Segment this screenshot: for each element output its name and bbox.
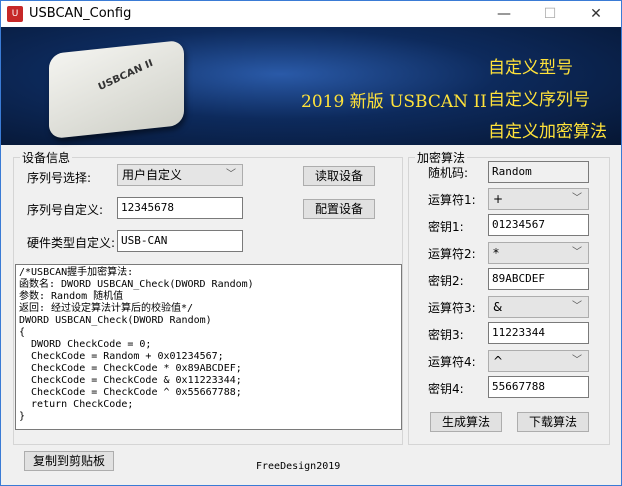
hw-type-label: 硬件类型自定义: <box>27 236 116 250</box>
banner-feature: 自定义型号 <box>488 58 573 78</box>
operator-label: 运算符1: <box>428 193 476 207</box>
hw-type-input[interactable]: USB-CAN <box>117 230 243 252</box>
key-2-input[interactable]: 89ABCDEF <box>488 268 589 290</box>
chevron-down-icon: ﹀ <box>572 193 582 204</box>
key-4-input[interactable]: 55667788 <box>488 376 589 398</box>
banner: USBCAN II 2019 新版 USBCAN II 自定义型号 自定义序列号… <box>1 27 621 145</box>
chevron-down-icon: ﹀ <box>226 169 236 180</box>
minimize-button[interactable]: — <box>481 1 527 27</box>
random-label: 随机码: <box>428 166 469 180</box>
group-label: 设备信息 <box>20 149 73 166</box>
operator-label: 运算符3: <box>428 301 476 315</box>
serial-custom-input[interactable]: 12345678 <box>117 197 243 219</box>
operator-4-dropdown[interactable]: ^ ﹀ <box>488 350 589 372</box>
window-title: USBCAN_Config <box>29 6 132 21</box>
key-label: 密钥3: <box>428 328 464 342</box>
key-label: 密钥2: <box>428 274 464 288</box>
operator-label: 运算符4: <box>428 355 476 369</box>
copy-to-clipboard-button[interactable]: 复制到剪贴板 <box>24 451 114 471</box>
maximize-button[interactable]: ☐ <box>527 1 573 27</box>
operator-2-dropdown[interactable]: * ﹀ <box>488 242 589 264</box>
banner-headline: 2019 新版 USBCAN II <box>301 92 487 112</box>
chevron-down-icon: ﹀ <box>572 355 582 366</box>
serial-custom-label: 序列号自定义: <box>27 203 104 217</box>
config-device-button[interactable]: 配置设备 <box>303 199 375 219</box>
app-window: U USBCAN_Config — ☐ ✕ USBCAN II 2019 新版 … <box>0 0 622 486</box>
operator-label: 运算符2: <box>428 247 476 261</box>
footer-credit: FreeDesign2019 <box>256 461 341 472</box>
operator-3-dropdown[interactable]: & ﹀ <box>488 296 589 318</box>
app-icon: U <box>7 6 23 22</box>
device-image: USBCAN II <box>49 39 184 140</box>
serial-select-dropdown[interactable]: 用户自定义 ﹀ <box>117 164 243 186</box>
banner-feature: 自定义序列号 <box>488 90 590 110</box>
title-bar: U USBCAN_Config — ☐ ✕ <box>1 1 621 27</box>
close-button[interactable]: ✕ <box>573 1 619 27</box>
random-input[interactable]: Random <box>488 161 589 183</box>
download-algorithm-button[interactable]: 下载算法 <box>517 412 589 432</box>
key-3-input[interactable]: 11223344 <box>488 322 589 344</box>
banner-feature: 自定义加密算法 <box>488 122 607 142</box>
chevron-down-icon: ﹀ <box>572 247 582 258</box>
key-label: 密钥1: <box>428 220 464 234</box>
serial-select-label: 序列号选择: <box>27 171 92 185</box>
algorithm-code-textarea[interactable]: /*USBCAN握手加密算法: 函数名: DWORD USBCAN_Check(… <box>15 264 402 430</box>
key-1-input[interactable]: 01234567 <box>488 214 589 236</box>
chevron-down-icon: ﹀ <box>572 301 582 312</box>
read-device-button[interactable]: 读取设备 <box>303 166 375 186</box>
generate-algorithm-button[interactable]: 生成算法 <box>430 412 502 432</box>
key-label: 密钥4: <box>428 382 464 396</box>
operator-1-dropdown[interactable]: + ﹀ <box>488 188 589 210</box>
